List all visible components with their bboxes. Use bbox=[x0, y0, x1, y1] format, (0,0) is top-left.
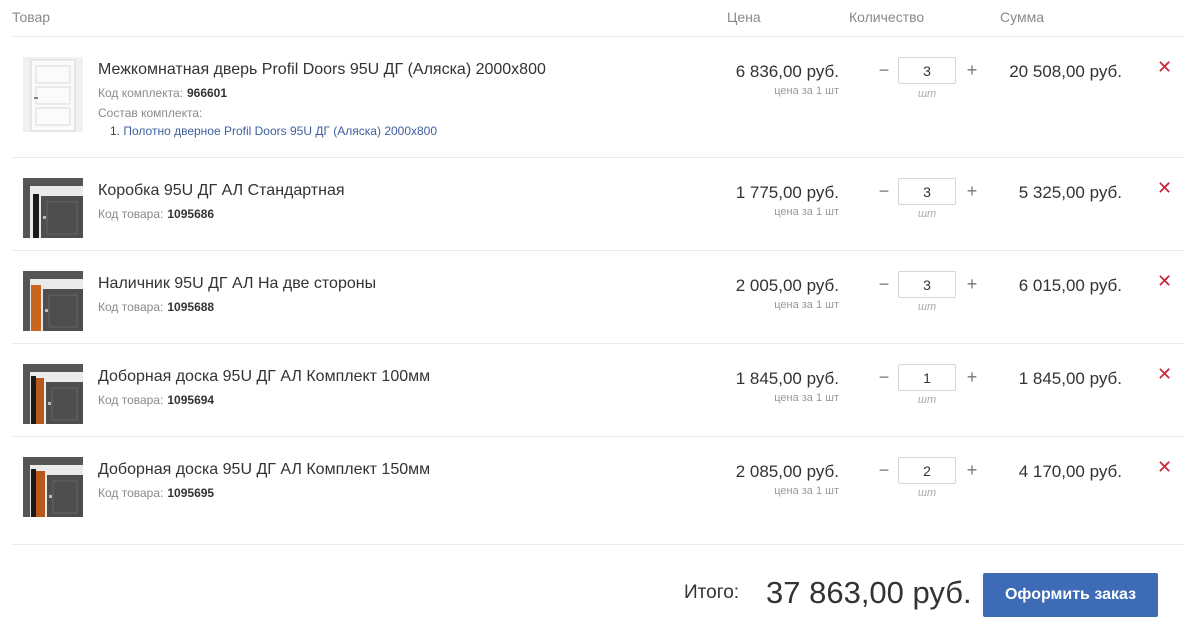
door-frame-image bbox=[23, 178, 83, 238]
quantity-unit: шт bbox=[917, 394, 937, 406]
quantity-unit: шт bbox=[917, 301, 937, 313]
remove-icon[interactable]: ✕ bbox=[1157, 271, 1172, 292]
product-code: Код товара: 1095686 bbox=[98, 207, 215, 221]
decrease-quantity-button[interactable]: − bbox=[877, 274, 891, 295]
decrease-quantity-button[interactable]: − bbox=[877, 60, 891, 81]
product-name[interactable]: Доборная доска 95U ДГ АЛ Комплект 150мм bbox=[98, 461, 430, 479]
extension-board-image bbox=[23, 364, 83, 424]
decrease-quantity-button[interactable]: − bbox=[877, 181, 891, 202]
composition-item: 1. Полотно дверное Profil Doors 95U ДГ (… bbox=[110, 124, 438, 138]
increase-quantity-button[interactable]: + bbox=[965, 274, 979, 295]
row-sum: 6 015,00 руб. bbox=[1018, 276, 1122, 295]
unit-price: 6 836,00 руб. bbox=[735, 62, 839, 81]
white-door-image bbox=[23, 57, 83, 132]
increase-quantity-button[interactable]: + bbox=[965, 367, 979, 388]
product-code: Код товара: 1095688 bbox=[98, 300, 215, 314]
remove-icon[interactable]: ✕ bbox=[1157, 457, 1172, 478]
quantity-input[interactable] bbox=[898, 271, 956, 298]
divider bbox=[12, 36, 1184, 37]
price-per-unit-note: цена за 1 шт bbox=[774, 485, 839, 497]
door-trim-image bbox=[23, 271, 83, 331]
remove-icon[interactable]: ✕ bbox=[1157, 364, 1172, 385]
price-per-unit-note: цена за 1 шт bbox=[774, 85, 839, 97]
quantity-unit: шт bbox=[917, 487, 937, 499]
product-code: Код товара: 1095694 bbox=[98, 393, 215, 407]
quantity-input[interactable] bbox=[898, 57, 956, 84]
remove-icon[interactable]: ✕ bbox=[1157, 57, 1172, 78]
increase-quantity-button[interactable]: + bbox=[965, 181, 979, 202]
decrease-quantity-button[interactable]: − bbox=[877, 367, 891, 388]
divider bbox=[12, 343, 1184, 344]
quantity-input[interactable] bbox=[898, 178, 956, 205]
total-label: Итого: bbox=[684, 582, 740, 603]
price-per-unit-note: цена за 1 шт bbox=[774, 392, 839, 404]
unit-price: 2 005,00 руб. bbox=[735, 276, 839, 295]
total-value: 37 863,00 руб. bbox=[766, 575, 972, 610]
divider bbox=[12, 544, 1184, 545]
row-sum: 20 508,00 руб. bbox=[1009, 62, 1122, 81]
place-order-button[interactable]: Оформить заказ bbox=[983, 573, 1158, 617]
row-sum: 1 845,00 руб. bbox=[1018, 369, 1122, 388]
product-name[interactable]: Доборная доска 95U ДГ АЛ Комплект 100мм bbox=[98, 368, 430, 386]
increase-quantity-button[interactable]: + bbox=[965, 460, 979, 481]
divider bbox=[12, 250, 1184, 251]
column-header-price: Цена bbox=[727, 9, 761, 25]
product-code: Код товара: 1095695 bbox=[98, 486, 215, 500]
row-sum: 5 325,00 руб. bbox=[1018, 183, 1122, 202]
price-per-unit-note: цена за 1 шт bbox=[774, 206, 839, 218]
quantity-unit: шт bbox=[917, 88, 937, 100]
remove-icon[interactable]: ✕ bbox=[1157, 178, 1172, 199]
price-per-unit-note: цена за 1 шт bbox=[774, 299, 839, 311]
row-sum: 4 170,00 руб. bbox=[1018, 462, 1122, 481]
product-name[interactable]: Межкомнатная дверь Profil Doors 95U ДГ (… bbox=[98, 61, 546, 79]
composition-label: Состав комплекта: bbox=[98, 106, 203, 120]
decrease-quantity-button[interactable]: − bbox=[877, 460, 891, 481]
column-header-product: Товар bbox=[12, 9, 51, 25]
quantity-unit: шт bbox=[917, 208, 937, 220]
quantity-input[interactable] bbox=[898, 457, 956, 484]
product-code: Код комплекта: 966601 bbox=[98, 86, 228, 100]
increase-quantity-button[interactable]: + bbox=[965, 60, 979, 81]
product-name[interactable]: Коробка 95U ДГ АЛ Стандартная bbox=[98, 182, 345, 200]
unit-price: 1 775,00 руб. bbox=[735, 183, 839, 202]
unit-price: 1 845,00 руб. bbox=[735, 369, 839, 388]
divider bbox=[12, 436, 1184, 437]
quantity-input[interactable] bbox=[898, 364, 956, 391]
column-header-sum: Сумма bbox=[1000, 9, 1044, 25]
extension-board-image bbox=[23, 457, 83, 517]
column-header-quantity: Количество bbox=[849, 9, 925, 25]
product-name[interactable]: Наличник 95U ДГ АЛ На две стороны bbox=[98, 275, 376, 293]
divider bbox=[12, 157, 1184, 158]
unit-price: 2 085,00 руб. bbox=[735, 462, 839, 481]
composition-link[interactable]: Полотно дверное Profil Doors 95U ДГ (Аля… bbox=[123, 124, 437, 138]
